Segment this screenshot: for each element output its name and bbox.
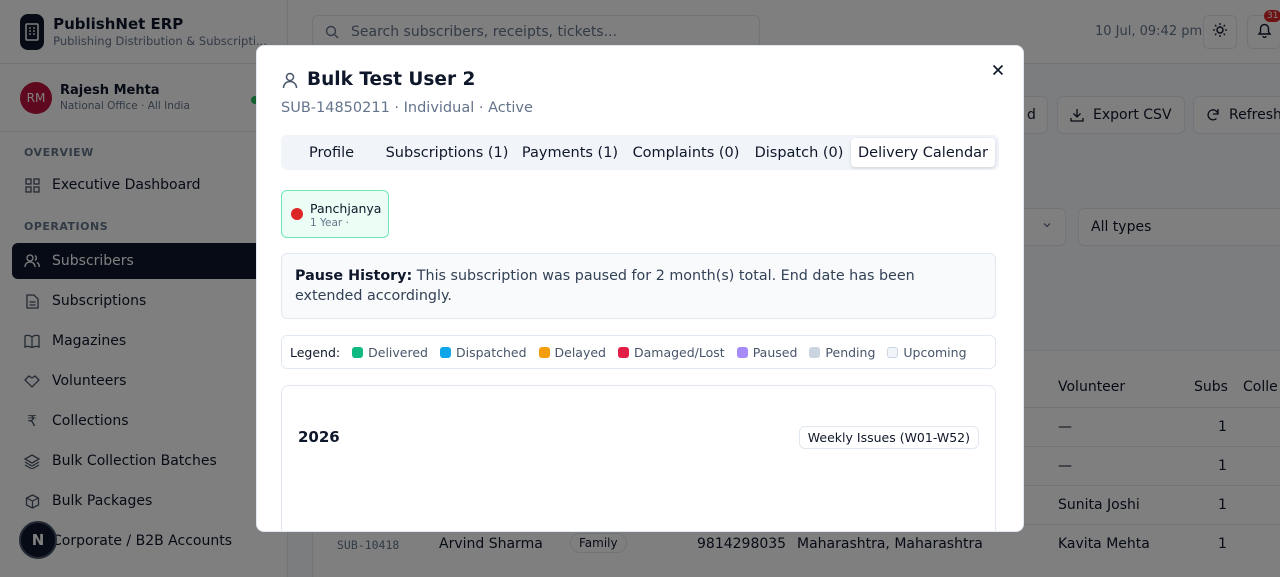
tab-complaints[interactable]: Complaints (0) xyxy=(625,138,747,167)
legend-swatch xyxy=(736,346,748,358)
calendar-year: 2026 xyxy=(298,428,340,446)
tab-delivery-calendar[interactable]: Delivery Calendar xyxy=(851,138,995,167)
subscriber-detail-dialog: Bulk Test User 2 SUB-14850211 · Individu… xyxy=(256,45,1024,532)
legend-swatch xyxy=(439,346,451,358)
legend-swatch xyxy=(352,346,364,358)
legend-item-label: Damaged/Lost xyxy=(634,344,725,360)
delivery-legend: Legend: Delivered Dispatched Delayed Dam… xyxy=(281,335,996,369)
magazine-selector-card[interactable]: Panchjanya 1 Year · xyxy=(281,190,389,238)
close-button[interactable] xyxy=(989,61,1007,79)
legend-item-pending: Pending xyxy=(809,345,875,360)
delivery-calendar-card: 2026 Weekly Issues (W01-W52) xyxy=(281,385,996,531)
close-icon xyxy=(992,61,1004,80)
legend-item-label: Delivered xyxy=(368,344,428,360)
weekly-issues-badge: Weekly Issues (W01-W52) xyxy=(798,426,979,449)
legend-item-damaged-lost: Damaged/Lost xyxy=(618,345,725,360)
dialog-tabs: Profile Subscriptions (1) Payments (1) C… xyxy=(281,135,999,170)
legend-swatch xyxy=(809,346,821,358)
legend-item-delayed: Delayed xyxy=(538,344,606,360)
legend-swatch xyxy=(538,346,550,358)
legend-swatch xyxy=(618,346,629,358)
tab-profile[interactable]: Profile xyxy=(284,138,379,167)
dialog-title: Bulk Test User 2 xyxy=(281,69,475,90)
legend-item-label: Pending xyxy=(825,344,876,360)
pause-history-heading: Pause History: xyxy=(295,268,413,284)
legend-item-label: Delayed xyxy=(554,344,606,360)
magazine-color-dot xyxy=(291,208,303,220)
magazine-plan: 1 Year · xyxy=(310,217,349,229)
legend-item-label: Paused xyxy=(752,344,798,360)
legend-item-label: Upcoming xyxy=(903,344,967,360)
legend-item-paused: Paused xyxy=(736,344,798,360)
legend-label: Legend: xyxy=(290,344,341,360)
dialog-title-text: Bulk Test User 2 xyxy=(307,69,476,90)
tab-payments[interactable]: Payments (1) xyxy=(515,138,625,167)
user-icon xyxy=(281,71,299,89)
tab-dispatch[interactable]: Dispatch (0) xyxy=(747,138,851,167)
legend-item-label: Dispatched xyxy=(455,344,527,360)
magazine-name: Panchjanya xyxy=(310,201,382,216)
pause-history-notice: Pause History: This subscription was pau… xyxy=(281,253,996,319)
legend-item-delivered: Delivered xyxy=(352,345,428,360)
legend-item-upcoming: Upcoming xyxy=(887,344,967,360)
dialog-subtitle: SUB-14850211 · Individual · Active xyxy=(281,100,533,116)
legend-swatch xyxy=(887,346,899,358)
tab-subscriptions[interactable]: Subscriptions (1) xyxy=(379,138,515,167)
legend-item-dispatched: Dispatched xyxy=(439,344,527,360)
